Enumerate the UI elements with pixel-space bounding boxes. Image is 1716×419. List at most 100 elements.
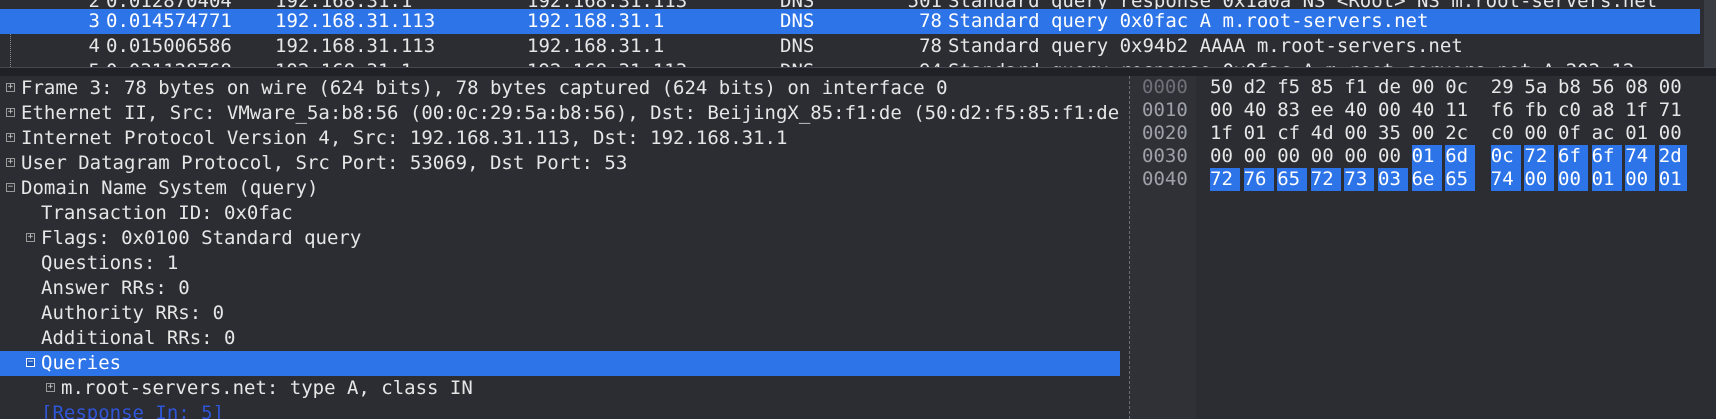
hex-byte[interactable]: 65: [1277, 168, 1308, 191]
hex-byte[interactable]: 56: [1592, 76, 1620, 99]
hex-byte[interactable]: b8: [1558, 76, 1586, 99]
hex-byte[interactable]: 01: [1591, 168, 1622, 191]
hex-byte[interactable]: 29: [1491, 76, 1519, 99]
tree-item[interactable]: + m.root-servers.net: type A, class IN: [0, 376, 1120, 401]
packet-list[interactable]: 2 0.012870404 192.168.31.1 192.168.31.113 DN…: [0, 0, 1716, 67]
tree-item[interactable]: Questions: 1: [0, 251, 1120, 276]
hex-byte[interactable]: 00: [1244, 145, 1272, 168]
hex-byte[interactable]: 35: [1378, 122, 1406, 145]
collapse-icon[interactable]: −: [26, 358, 35, 367]
hex-byte[interactable]: 00: [1558, 168, 1588, 191]
hex-byte[interactable]: 73: [1344, 168, 1375, 191]
hex-byte[interactable]: 03: [1378, 168, 1408, 191]
hex-byte[interactable]: 40: [1244, 99, 1272, 122]
hex-byte[interactable]: 00: [1659, 76, 1687, 99]
hex-byte[interactable]: 6e: [1411, 168, 1442, 191]
hex-byte[interactable]: ac: [1592, 122, 1620, 145]
hex-byte[interactable]: 00: [1659, 122, 1687, 145]
packet-row[interactable]: 3 0.014574771 192.168.31.113 192.168.31.1 DN…: [0, 9, 1700, 34]
hex-byte[interactable]: 74: [1625, 145, 1656, 168]
hex-byte[interactable]: 00: [1210, 145, 1238, 168]
hex-byte[interactable]: 2d: [1658, 145, 1687, 168]
hex-byte[interactable]: 0c: [1490, 145, 1521, 168]
packet-details-tree[interactable]: + Frame 3: 78 bytes on wire (624 bits), 7…: [0, 76, 1120, 419]
collapse-icon[interactable]: −: [6, 183, 15, 192]
hex-byte[interactable]: 01: [1244, 122, 1272, 145]
hex-byte[interactable]: d2: [1244, 76, 1272, 99]
hex-byte[interactable]: 01: [1625, 122, 1653, 145]
expand-icon[interactable]: +: [6, 158, 15, 167]
expand-icon[interactable]: +: [6, 108, 15, 117]
hex-byte[interactable]: fb: [1524, 99, 1552, 122]
hex-byte[interactable]: 00: [1524, 122, 1552, 145]
hex-byte[interactable]: c0: [1558, 99, 1586, 122]
hex-byte[interactable]: 2c: [1445, 122, 1473, 145]
hex-byte[interactable]: 00: [1311, 145, 1339, 168]
expand-icon[interactable]: +: [46, 383, 55, 392]
hex-byte[interactable]: 11: [1445, 99, 1473, 122]
hex-byte[interactable]: 08: [1625, 76, 1653, 99]
hex-byte[interactable]: 85: [1311, 76, 1339, 99]
hex-byte[interactable]: 50: [1210, 76, 1238, 99]
hex-byte[interactable]: 6d: [1445, 145, 1476, 168]
hex-byte[interactable]: 00: [1378, 145, 1406, 168]
expand-icon[interactable]: +: [6, 133, 15, 142]
tree-item[interactable]: Answer RRs: 0: [0, 276, 1120, 301]
tree-item[interactable]: − Queries: [0, 351, 1120, 376]
tree-item[interactable]: + Ethernet II, Src: VMware_5a:b8:56 (00:0…: [0, 101, 1120, 126]
hex-byte[interactable]: 6f: [1558, 145, 1588, 168]
hex-byte[interactable]: 00: [1625, 168, 1656, 191]
hex-byte[interactable]: 00: [1524, 168, 1555, 191]
hex-byte[interactable]: 1f: [1210, 122, 1238, 145]
hex-byte[interactable]: 6f: [1591, 145, 1622, 168]
tree-item[interactable]: + User Datagram Protocol, Src Port: 53069…: [0, 151, 1120, 176]
tree-item[interactable]: Authority RRs: 0: [0, 301, 1120, 326]
tree-item[interactable]: + Internet Protocol Version 4, Src: 192.1…: [0, 126, 1120, 151]
hex-byte[interactable]: de: [1378, 76, 1406, 99]
hex-byte[interactable]: 5a: [1524, 76, 1552, 99]
tree-item[interactable]: − Domain Name System (query): [0, 176, 1120, 201]
expand-icon[interactable]: +: [6, 83, 15, 92]
hex-byte[interactable]: f5: [1277, 76, 1305, 99]
hex-byte[interactable]: c0: [1491, 122, 1519, 145]
hex-byte[interactable]: 65: [1445, 168, 1476, 191]
packet-row[interactable]: 5 0.031128768 192.168.31.1 192.168.31.113 DN…: [0, 59, 1700, 67]
hex-byte[interactable]: 00: [1412, 122, 1440, 145]
hex-byte[interactable]: 0f: [1558, 122, 1586, 145]
tree-item[interactable]: [Response In: 5]: [0, 401, 1120, 419]
tree-item-link[interactable]: [Response In: 5]: [41, 401, 224, 419]
hex-byte[interactable]: 00: [1277, 145, 1305, 168]
hex-byte[interactable]: f6: [1491, 99, 1519, 122]
hex-byte[interactable]: 74: [1490, 168, 1521, 191]
packet-bytes-pane[interactable]: 0000 50 d2 f5 85 f1 de 00 0c 29 5a b8 56 08 00 0010 00 40…: [1129, 76, 1716, 419]
hex-byte[interactable]: f1: [1344, 76, 1372, 99]
packet-row[interactable]: 4 0.015006586 192.168.31.113 192.168.31.1 DN…: [0, 34, 1700, 59]
hex-byte[interactable]: 72: [1210, 168, 1240, 191]
hex-byte[interactable]: 4d: [1311, 122, 1339, 145]
hex-byte[interactable]: a8: [1592, 99, 1620, 122]
hex-byte[interactable]: 72: [1524, 145, 1555, 168]
hex-byte[interactable]: 72: [1310, 168, 1341, 191]
tree-item[interactable]: Transaction ID: 0x0fac: [0, 201, 1120, 226]
hex-byte[interactable]: 00: [1344, 145, 1372, 168]
hex-byte[interactable]: 01: [1411, 145, 1442, 168]
tree-item[interactable]: Additional RRs: 0: [0, 326, 1120, 351]
hex-byte[interactable]: 1f: [1625, 99, 1653, 122]
expand-icon[interactable]: +: [26, 233, 35, 242]
pane-splitter[interactable]: [0, 67, 1716, 76]
hex-byte[interactable]: cf: [1277, 122, 1305, 145]
hex-byte[interactable]: 40: [1412, 99, 1440, 122]
hex-byte[interactable]: 01: [1658, 168, 1687, 191]
hex-byte[interactable]: 0c: [1445, 76, 1473, 99]
hex-byte[interactable]: 76: [1243, 168, 1274, 191]
hex-byte[interactable]: 83: [1277, 99, 1305, 122]
packet-list-scrollbar[interactable]: [1704, 0, 1716, 67]
hex-byte[interactable]: 71: [1659, 99, 1687, 122]
tree-item[interactable]: + Flags: 0x0100 Standard query: [0, 226, 1120, 251]
hex-byte[interactable]: ee: [1311, 99, 1339, 122]
hex-byte[interactable]: 40: [1344, 99, 1372, 122]
hex-byte[interactable]: 00: [1412, 76, 1440, 99]
hex-byte[interactable]: 00: [1344, 122, 1372, 145]
hex-byte[interactable]: 00: [1210, 99, 1238, 122]
tree-item[interactable]: + Frame 3: 78 bytes on wire (624 bits), 7…: [0, 76, 1120, 101]
